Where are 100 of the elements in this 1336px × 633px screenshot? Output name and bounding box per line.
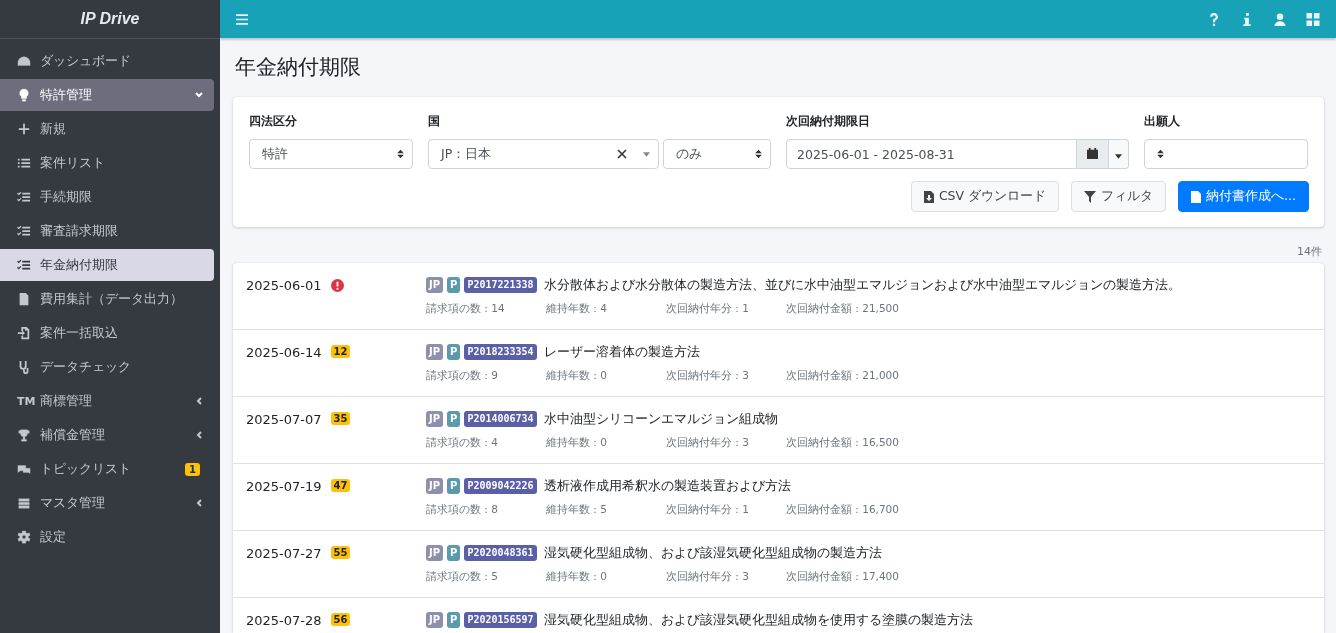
due-date: 2025-07-19 [246,478,322,496]
field-label: 国 [428,113,441,130]
sidebar-item[interactable]: 審査請求期限 [0,215,214,247]
info-icon[interactable] [1240,12,1254,26]
sidebar-item[interactable]: データチェック [0,351,214,383]
case-title: レーザー溶着体の製造方法 [543,343,700,361]
chevron-down-icon [194,90,204,100]
stethoscope-icon [17,360,31,374]
sidebar-item[interactable]: 費用集計（データ出力） [0,283,214,315]
result-count: 14件 [1297,244,1322,259]
sidebar-item[interactable]: マスタ管理 [0,487,214,519]
meta-text: 次回納付年分 : 1 [666,302,750,316]
type-tag: P [447,612,461,628]
meta-text: 維持年数 : 0 [546,436,608,450]
days-badge: 35 [330,412,351,425]
notification-badge: 1 [185,462,200,476]
sidebar-item[interactable]: 案件一括取込 [0,317,214,349]
checklist-icon [17,190,31,204]
clear-icon[interactable] [617,149,627,159]
type-tag: P [447,411,461,427]
database-icon [17,496,31,510]
grid-icon[interactable] [1306,12,1320,26]
sidebar-item[interactable]: トピックリスト 1 [0,453,214,485]
menu-icon[interactable] [236,12,248,26]
case-title: 水中油型シリコーンエマルジョン組成物 [543,410,778,428]
country-tag: JP [426,612,444,628]
sidebar-item[interactable]: TM 商標管理 [0,385,214,417]
due-date: 2025-07-27 [246,545,322,563]
gear-icon [17,530,31,544]
meta-text: 請求項の数 : 14 [426,302,506,316]
days-badge: 12 [330,345,351,358]
dropdown-button[interactable] [1109,139,1129,169]
page-title: 年金納付期限 [235,54,362,81]
action-button[interactable]: CSV ダウンロード [910,181,1060,212]
sidebar-item[interactable]: 案件リスト [0,147,214,179]
case-title: 透析液作成用希釈水の製造装置および方法 [543,477,791,495]
lightbulb-icon [17,88,31,102]
meta-text: 次回納付年分 : 3 [666,570,750,584]
plus-icon [17,122,31,136]
country-tag: JP [426,277,444,293]
days-badge: 55 [330,546,351,559]
days-badge: 56 [330,613,351,626]
type-tag: P [447,344,461,360]
scope-select[interactable]: のみ [663,139,771,169]
country-select[interactable]: JP：日本 [428,139,659,169]
case-number-tag[interactable]: P2014006734 [464,411,537,427]
sort-icon [755,149,762,159]
list-icon [17,156,31,170]
case-title: 湿気硬化型組成物、および該湿気硬化型組成物を使用する塗膜の製造方法 [543,611,973,629]
date-range-field[interactable]: 2025-06-01 - 2025-08-31 [786,139,1077,169]
chevron-left-icon [194,498,204,508]
chevron-left-icon [194,430,204,440]
sidebar-item[interactable]: 年金納付期限 [0,249,214,281]
due-date: 2025-06-01 [246,277,322,295]
meta-text: 請求項の数 : 9 [426,369,499,383]
sidebar-item[interactable]: 手続期限 [0,181,214,213]
meta-text: 維持年数 : 0 [546,369,608,383]
caret-down-icon [643,151,650,157]
sidebar-item[interactable]: ダッシュボード [0,45,214,77]
meta-text: 次回納付年分 : 1 [666,503,750,517]
help-icon[interactable] [1207,12,1221,26]
meta-text: 維持年数 : 0 [546,570,608,584]
sidebar-item[interactable]: 特許管理 [0,79,214,111]
action-button[interactable]: 納付書作成へ... [1178,181,1309,212]
meta-text: 次回納付金額 : 21,500 [786,302,899,316]
case-number-tag[interactable]: P2020048361 [464,545,537,561]
meta-text: 維持年数 : 5 [546,503,608,517]
days-badge: 47 [330,479,351,492]
field-label: 出願人 [1144,113,1181,130]
case-number-tag[interactable]: P2009042226 [464,478,537,494]
user-icon[interactable] [1273,12,1287,26]
sort-icon [397,149,404,159]
type-tag: P [447,478,461,494]
case-number-tag[interactable]: P2018233354 [464,344,537,360]
due-date: 2025-06-14 [246,344,322,362]
chevron-left-icon [194,396,204,406]
field-label: 次回納付期限日 [786,113,871,130]
meta-text: 請求項の数 : 8 [426,503,499,517]
meta-text: 次回納付年分 : 3 [666,436,750,450]
case-number-tag[interactable]: P2017221338 [464,277,537,293]
calendar-button[interactable] [1077,139,1109,169]
case-number-tag[interactable]: P2020156597 [464,612,537,628]
meta-text: 次回納付金額 : 16,700 [786,503,899,517]
country-tag: JP [426,478,444,494]
type-tag: P [447,545,461,561]
sidebar-item[interactable]: 設定 [0,521,214,553]
chat-icon [17,462,31,476]
alert-icon [330,279,344,292]
applicant-select[interactable] [1144,139,1308,169]
filter-icon [1084,190,1097,203]
action-button[interactable]: フィルタ [1071,181,1167,212]
meta-text: 請求項の数 : 5 [426,570,499,584]
trademark-mark: TM [17,394,35,408]
sidebar-item[interactable]: 補償金管理 [0,419,214,451]
sidebar-item[interactable]: 新規 [0,113,214,145]
field-label: 四法区分 [249,113,298,130]
country-tag: JP [426,344,444,360]
due-date: 2025-07-07 [246,411,322,429]
law-type-select[interactable]: 特許 [249,139,413,169]
due-date: 2025-07-28 [246,612,322,630]
